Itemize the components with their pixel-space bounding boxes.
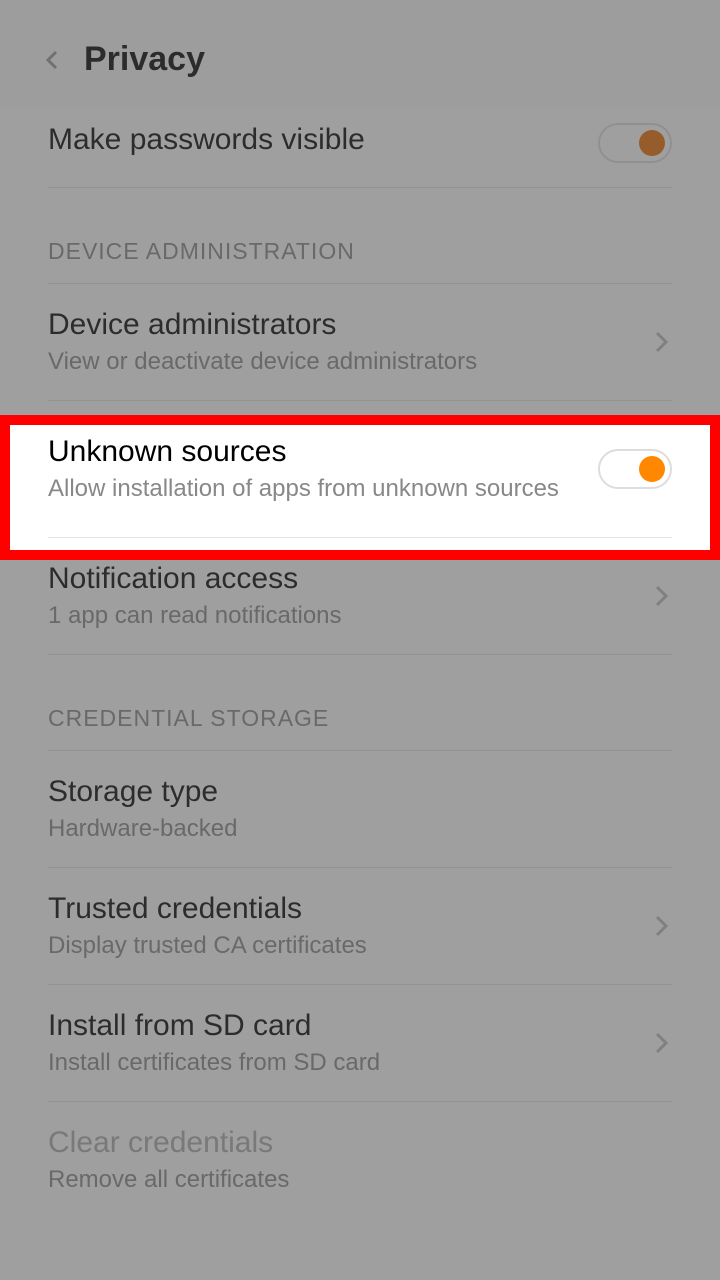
clear-credentials-row[interactable]: Clear credentials Remove all certificate… bbox=[0, 1102, 720, 1218]
item-subtitle: Display trusted CA certificates bbox=[48, 932, 642, 960]
item-title: Make passwords visible bbox=[48, 123, 598, 157]
item-title: Notification access bbox=[48, 562, 642, 596]
item-subtitle: 1 app can read notifications bbox=[48, 602, 642, 630]
item-text: Notification access 1 app can read notif… bbox=[48, 562, 642, 630]
item-subtitle: Remove all certificates bbox=[48, 1166, 672, 1194]
item-title: Install from SD card bbox=[48, 1009, 642, 1043]
settings-content: Make passwords visible DEVICE ADMINISTRA… bbox=[0, 109, 720, 1218]
chevron-right-icon bbox=[652, 911, 672, 941]
notification-access-row[interactable]: Notification access 1 app can read notif… bbox=[0, 538, 720, 654]
chevron-right-icon bbox=[652, 1028, 672, 1058]
unknown-sources-toggle[interactable] bbox=[598, 449, 672, 489]
item-title: Clear credentials bbox=[48, 1126, 672, 1160]
install-from-sd-card-row[interactable]: Install from SD card Install certificate… bbox=[0, 985, 720, 1101]
page-title: Privacy bbox=[84, 40, 205, 79]
storage-type-row[interactable]: Storage type Hardware-backed bbox=[0, 751, 720, 867]
chevron-right-icon bbox=[652, 581, 672, 611]
passwords-toggle[interactable] bbox=[598, 123, 672, 163]
item-text: Device administrators View or deactivate… bbox=[48, 308, 642, 376]
unknown-sources-row[interactable]: Unknown sources Allow installation of ap… bbox=[0, 401, 720, 537]
toggle-knob-icon bbox=[639, 456, 665, 482]
item-subtitle: Hardware-backed bbox=[48, 815, 672, 843]
item-title: Unknown sources bbox=[48, 435, 598, 469]
make-passwords-visible-row[interactable]: Make passwords visible bbox=[0, 109, 720, 187]
item-title: Storage type bbox=[48, 775, 672, 809]
item-subtitle: Install certificates from SD card bbox=[48, 1049, 642, 1077]
back-icon[interactable] bbox=[40, 48, 64, 72]
trusted-credentials-row[interactable]: Trusted credentials Display trusted CA c… bbox=[0, 868, 720, 984]
item-text: Unknown sources Allow installation of ap… bbox=[48, 435, 598, 503]
chevron-right-icon bbox=[652, 327, 672, 357]
device-administrators-row[interactable]: Device administrators View or deactivate… bbox=[0, 284, 720, 400]
item-text: Clear credentials Remove all certificate… bbox=[48, 1126, 672, 1194]
item-subtitle: Allow installation of apps from unknown … bbox=[48, 475, 598, 503]
item-text: Storage type Hardware-backed bbox=[48, 775, 672, 843]
section-credential-storage: CREDENTIAL STORAGE bbox=[0, 655, 720, 750]
item-text: Make passwords visible bbox=[48, 123, 598, 163]
item-text: Trusted credentials Display trusted CA c… bbox=[48, 892, 642, 960]
item-subtitle: View or deactivate device administrators bbox=[48, 348, 642, 376]
toggle-knob-icon bbox=[639, 130, 665, 156]
item-title: Device administrators bbox=[48, 308, 642, 342]
item-title: Trusted credentials bbox=[48, 892, 642, 926]
header: Privacy bbox=[0, 0, 720, 109]
section-device-administration: DEVICE ADMINISTRATION bbox=[0, 188, 720, 283]
item-text: Install from SD card Install certificate… bbox=[48, 1009, 642, 1077]
